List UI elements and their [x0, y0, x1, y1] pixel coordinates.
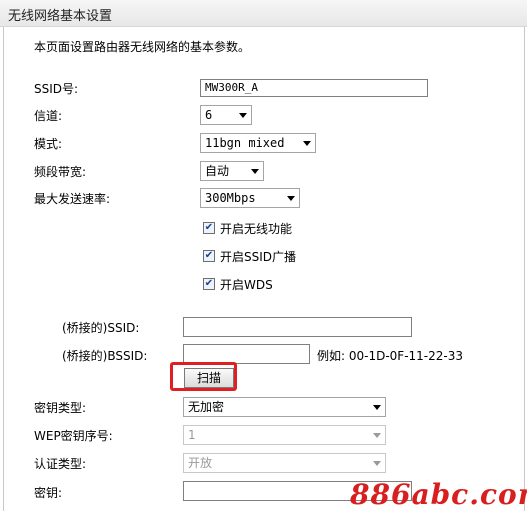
checkbox-checked-icon[interactable]: ✔ — [203, 250, 215, 262]
key-type-label: 密钥类型: — [34, 401, 87, 415]
auth-type-label: 认证类型: — [34, 457, 87, 471]
enable-wireless-label: 开启无线功能 — [220, 222, 293, 236]
ssid-input[interactable]: MW300R_A — [200, 79, 428, 97]
mode-value: 11bgn mixed — [205, 136, 285, 150]
channel-select[interactable]: 6 — [200, 105, 252, 125]
key-type-value: 无加密 — [188, 400, 225, 414]
key-type-select[interactable]: 无加密 — [183, 397, 386, 417]
bssid-example-hint: 例如: 00-1D-0F-11-22-33 — [317, 349, 463, 363]
wep-index-value: 1 — [188, 428, 196, 442]
bandwidth-label: 频段带宽: — [34, 165, 87, 179]
max-rate-label: 最大发送速率: — [34, 192, 111, 206]
checkbox-checked-icon[interactable]: ✔ — [203, 222, 215, 234]
chevron-down-icon — [251, 169, 259, 174]
auth-type-select[interactable]: 开放 — [183, 453, 386, 473]
section-title: 无线网络基本设置 — [8, 9, 113, 24]
chevron-down-icon — [373, 461, 381, 466]
section-header: 无线网络基本设置 — [0, 0, 527, 27]
channel-label: 信道: — [34, 109, 63, 123]
bandwidth-value: 自动 — [205, 164, 230, 178]
ssid-label: SSID号: — [34, 82, 79, 96]
wep-index-label: WEP密钥序号: — [34, 429, 113, 443]
channel-value: 6 — [205, 108, 213, 122]
site-watermark: 886abc.com — [350, 478, 527, 511]
max-rate-value: 300Mbps — [205, 191, 256, 205]
bridge-ssid-label: (桥接的)SSID: — [62, 321, 140, 335]
chevron-down-icon — [239, 113, 247, 118]
max-rate-select[interactable]: 300Mbps — [200, 188, 300, 208]
bridge-bssid-input[interactable] — [183, 344, 310, 364]
auth-type-value: 开放 — [188, 456, 213, 470]
mode-select[interactable]: 11bgn mixed — [200, 133, 316, 153]
enable-wds-label: 开启WDS — [220, 278, 273, 292]
mode-label: 模式: — [34, 137, 63, 151]
wep-index-select[interactable]: 1 — [183, 425, 386, 445]
checkbox-checked-icon[interactable]: ✔ — [203, 278, 215, 290]
enable-ssid-broadcast-label: 开启SSID广播 — [220, 250, 297, 264]
scan-highlight-box — [170, 362, 237, 391]
key-label: 密钥: — [34, 486, 63, 500]
chevron-down-icon — [373, 433, 381, 438]
bridge-bssid-label: (桥接的)BSSID: — [62, 349, 148, 363]
bridge-ssid-input[interactable] — [183, 317, 412, 337]
bandwidth-select[interactable]: 自动 — [200, 161, 264, 181]
intro-text: 本页面设置路由器无线网络的基本参数。 — [34, 40, 251, 54]
chevron-down-icon — [303, 141, 311, 146]
chevron-down-icon — [373, 405, 381, 410]
chevron-down-icon — [287, 196, 295, 201]
